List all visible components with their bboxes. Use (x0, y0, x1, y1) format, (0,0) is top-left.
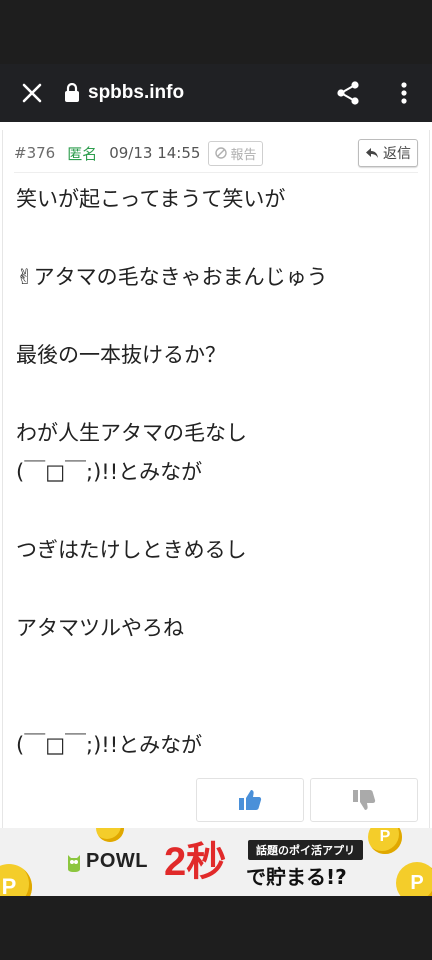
post-line (16, 219, 420, 258)
dislike-button[interactable] (310, 778, 418, 822)
post-line (16, 570, 420, 609)
like-button[interactable] (196, 778, 304, 822)
coin-icon (96, 828, 124, 842)
coin-icon: P (368, 828, 402, 854)
post-line: 最後の一本抜けるか？ (16, 343, 226, 367)
more-options-button[interactable] (376, 64, 432, 122)
reply-button[interactable]: 返信 (358, 139, 418, 167)
post-line: 笑いが起こってまうて笑いが (16, 187, 286, 211)
close-button[interactable] (0, 64, 64, 122)
post-line: (￣□￣;)!!とみなが (16, 733, 203, 757)
post-author: 匿名 (67, 144, 98, 163)
post-header: #376 匿名 09/13 14:55 報告 返信 (14, 138, 418, 168)
coin-icon: P (396, 862, 432, 896)
post-line: わが人生アタマの毛なし (16, 421, 247, 445)
post-line (16, 297, 420, 336)
post-number[interactable]: #376 (14, 144, 55, 162)
reply-arrow-icon (366, 148, 378, 158)
post-body: 笑いが起こってまうて笑いが ✌アタマの毛なきゃおまんじゅう 最後の一本抜けるか？… (16, 180, 420, 765)
browser-toolbar: spbbs.info (0, 64, 432, 122)
navigation-bar (0, 896, 432, 960)
ad-banner[interactable]: P P P POWL 2秒 話題のポイ活アプリ で貯まる!? (0, 828, 432, 896)
share-button[interactable] (320, 64, 376, 122)
post-line (16, 375, 420, 414)
url-bar[interactable]: spbbs.info (64, 82, 320, 104)
lock-icon (65, 83, 79, 102)
close-icon (22, 83, 42, 103)
header-divider (14, 172, 418, 173)
post-date: 09/13 14:55 (109, 144, 201, 162)
ad-brand: POWL (86, 850, 148, 872)
vote-buttons (196, 778, 418, 822)
post-line: つぎはたけしときめるし (16, 538, 247, 562)
post-line (16, 648, 420, 687)
thumbs-up-icon (239, 790, 262, 810)
report-button[interactable]: 報告 (208, 140, 264, 166)
post-line: アタマツルやろね (16, 616, 184, 640)
thumbs-down-icon (353, 790, 376, 810)
ad-tag: 話題のポイ活アプリ (248, 840, 363, 860)
url-text: spbbs.info (88, 82, 185, 103)
ad-subtext: で貯まる!? (246, 865, 347, 889)
prohibited-icon (215, 147, 228, 159)
post-page: #376 匿名 09/13 14:55 報告 返信 笑いが起こってまうて笑いが … (0, 122, 432, 828)
share-icon (337, 81, 359, 105)
post-line (16, 687, 420, 726)
report-label: 報告 (230, 147, 257, 163)
post-line: ✌アタマの毛なきゃおまんじゅう (16, 265, 328, 289)
post-line: (￣□￣;)!!とみなが (16, 460, 203, 484)
more-vert-icon (401, 82, 407, 104)
status-bar (0, 0, 432, 64)
powl-logo: POWL (66, 850, 148, 873)
coin-icon: P (0, 864, 32, 896)
owl-icon (68, 854, 80, 872)
ad-headline: 2秒 (164, 840, 227, 884)
reply-label: 返信 (383, 146, 411, 162)
post-line (16, 492, 420, 531)
